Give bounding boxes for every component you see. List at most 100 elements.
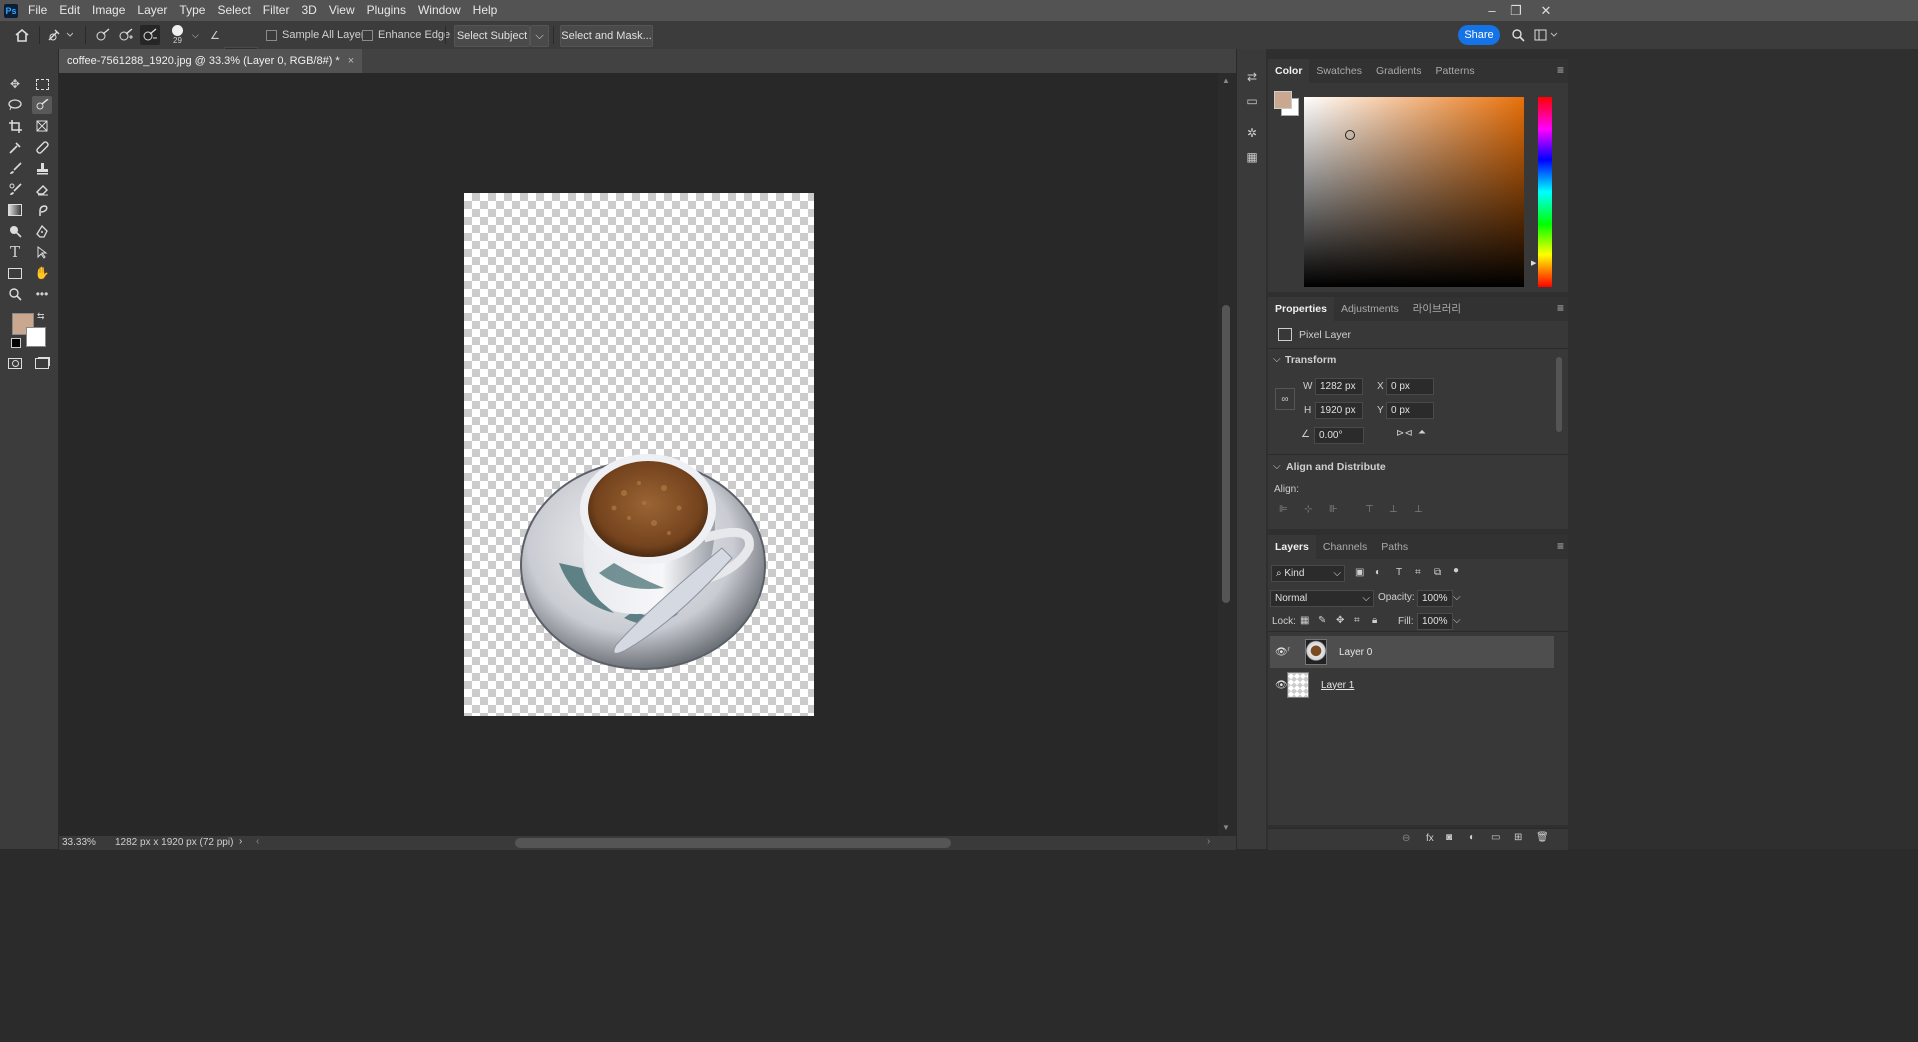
move-tool-icon[interactable]: ✥: [5, 75, 25, 93]
eyedropper-tool-icon[interactable]: [5, 138, 25, 156]
clone-stamp-tool-icon[interactable]: [32, 159, 52, 177]
lock-artboard-icon[interactable]: ⌗: [1354, 615, 1360, 626]
more-tools-icon[interactable]: •••: [32, 285, 52, 303]
align-top-icon[interactable]: ⊤: [1365, 504, 1374, 515]
lasso-tool-icon[interactable]: [5, 96, 25, 114]
panel-menu-icon[interactable]: ≡: [1557, 301, 1564, 315]
menu-filter[interactable]: Filter: [257, 0, 296, 21]
hand-tool-icon[interactable]: ✋: [32, 264, 52, 282]
flip-vertical-icon[interactable]: ⏶: [1418, 427, 1426, 438]
chevron-down-icon[interactable]: ⌵: [1273, 354, 1281, 365]
subtract-from-selection-icon[interactable]: [140, 25, 160, 45]
opacity-input[interactable]: 100%: [1417, 590, 1453, 607]
menu-layer[interactable]: Layer: [131, 0, 173, 21]
marquee-tool-icon[interactable]: [32, 75, 52, 93]
dodge-tool-icon[interactable]: [5, 222, 25, 240]
link-layers-icon[interactable]: ⊖: [1402, 833, 1410, 844]
menu-image[interactable]: Image: [86, 0, 131, 21]
history-brush-tool-icon[interactable]: [5, 180, 25, 198]
new-group-icon[interactable]: ▭: [1491, 832, 1500, 843]
menu-plugins[interactable]: Plugins: [361, 0, 412, 21]
chevron-down-icon[interactable]: ⌵: [1453, 615, 1461, 626]
x-input[interactable]: 0 px: [1386, 378, 1434, 395]
horizontal-scroll-thumb[interactable]: [515, 838, 951, 848]
filter-shape-icon[interactable]: ⌗: [1415, 567, 1421, 578]
select-subject-button[interactable]: Select Subject: [454, 25, 530, 47]
color-field[interactable]: [1304, 97, 1524, 287]
layer-thumbnail[interactable]: [1287, 672, 1309, 698]
scroll-down-icon[interactable]: ▼: [1222, 823, 1230, 832]
brush-tool-icon[interactable]: [5, 159, 25, 177]
swap-colors-icon[interactable]: ⇆: [37, 311, 45, 322]
comments-panel-icon[interactable]: ▭: [1243, 93, 1261, 109]
link-icon[interactable]: ∞: [1275, 388, 1295, 410]
home-icon[interactable]: [12, 21, 32, 49]
eraser-tool-icon[interactable]: [32, 180, 52, 198]
quick-mask-icon[interactable]: [5, 354, 25, 372]
brush-settings-icon[interactable]: ✲: [1243, 125, 1261, 141]
chevron-down-icon[interactable]: ⌵: [192, 21, 199, 49]
lock-position-icon[interactable]: ✥: [1336, 615, 1344, 626]
tab-properties[interactable]: Properties: [1268, 297, 1334, 321]
filter-smart-object-icon[interactable]: ⧉: [1434, 567, 1441, 578]
panel-menu-icon[interactable]: ≡: [1557, 539, 1564, 553]
chevron-down-icon[interactable]: ⌵: [1453, 592, 1461, 603]
document-canvas[interactable]: [464, 193, 814, 716]
filter-pixel-icon[interactable]: ▣: [1355, 567, 1364, 578]
tab-channels[interactable]: Channels: [1316, 535, 1374, 559]
align-left-icon[interactable]: ⊫: [1279, 504, 1288, 515]
workspace-icon[interactable]: [1534, 21, 1560, 49]
rotation-input[interactable]: 0.00°: [1314, 427, 1364, 444]
lock-pixels-icon[interactable]: ✎: [1318, 615, 1326, 626]
width-input[interactable]: 1282 px: [1315, 378, 1363, 395]
zoom-tool-icon[interactable]: [5, 285, 25, 303]
add-mask-icon[interactable]: ◙: [1446, 832, 1452, 843]
background-color-swatch[interactable]: [26, 327, 46, 347]
eye-icon[interactable]: 👁︎: [1275, 680, 1288, 691]
restore-icon[interactable]: ❐: [1502, 0, 1530, 21]
screen-mode-icon[interactable]: [32, 354, 52, 372]
select-and-mask-button[interactable]: Select and Mask...: [560, 25, 653, 47]
path-selection-tool-icon[interactable]: [32, 243, 52, 261]
layer-name[interactable]: Layer 1: [1321, 680, 1354, 691]
type-tool-icon[interactable]: T: [5, 243, 25, 261]
menu-edit[interactable]: Edit: [53, 0, 86, 21]
transform-section-title[interactable]: Transform: [1285, 354, 1336, 366]
layer-thumbnail[interactable]: [1305, 639, 1327, 665]
crop-tool-icon[interactable]: [5, 117, 25, 135]
foreground-color-chip[interactable]: [1274, 91, 1292, 109]
layer-name[interactable]: Layer 0: [1339, 647, 1372, 658]
menu-view[interactable]: View: [323, 0, 361, 21]
lock-transparent-icon[interactable]: ▦: [1300, 615, 1309, 626]
scroll-up-icon[interactable]: ▲: [1222, 76, 1230, 85]
select-subject-dropdown[interactable]: ⌵: [530, 25, 549, 47]
history-panel-icon[interactable]: ⇄: [1243, 69, 1261, 85]
color-picker-cursor[interactable]: [1345, 130, 1355, 140]
menu-window[interactable]: Window: [412, 0, 467, 21]
panel-menu-icon[interactable]: ≡: [1557, 63, 1564, 77]
enhance-edge-checkbox[interactable]: Enhance Edge: [362, 21, 450, 49]
close-icon[interactable]: ✕: [1532, 0, 1560, 21]
search-icon[interactable]: [1510, 21, 1526, 49]
menu-type[interactable]: Type: [173, 0, 211, 21]
scroll-left-icon[interactable]: ‹: [256, 836, 259, 847]
chevron-right-icon[interactable]: ›: [239, 836, 242, 847]
align-center-horizontal-icon[interactable]: ⊹: [1304, 504, 1312, 515]
pen-tool-icon[interactable]: [32, 222, 52, 240]
quick-selection-tool-icon[interactable]: [32, 96, 52, 114]
smudge-tool-icon[interactable]: [32, 201, 52, 219]
chevron-down-icon[interactable]: ⌵: [1273, 461, 1281, 472]
align-right-icon[interactable]: ⊪: [1329, 504, 1338, 515]
new-layer-icon[interactable]: ⊞: [1514, 832, 1522, 843]
default-colors-icon[interactable]: [11, 338, 21, 348]
share-button[interactable]: Share: [1458, 25, 1500, 45]
tool-preset-icon[interactable]: [47, 21, 73, 49]
vertical-scroll-thumb[interactable]: [1222, 305, 1230, 603]
align-section-title[interactable]: Align and Distribute: [1286, 461, 1386, 473]
tab-layers[interactable]: Layers: [1268, 535, 1316, 559]
menu-3d[interactable]: 3D: [295, 0, 322, 21]
tab-gradients[interactable]: Gradients: [1369, 59, 1429, 83]
lock-all-icon[interactable]: 🔒︎: [1372, 615, 1377, 626]
tab-paths[interactable]: Paths: [1374, 535, 1415, 559]
filter-toggle-icon[interactable]: ●: [1453, 565, 1459, 576]
